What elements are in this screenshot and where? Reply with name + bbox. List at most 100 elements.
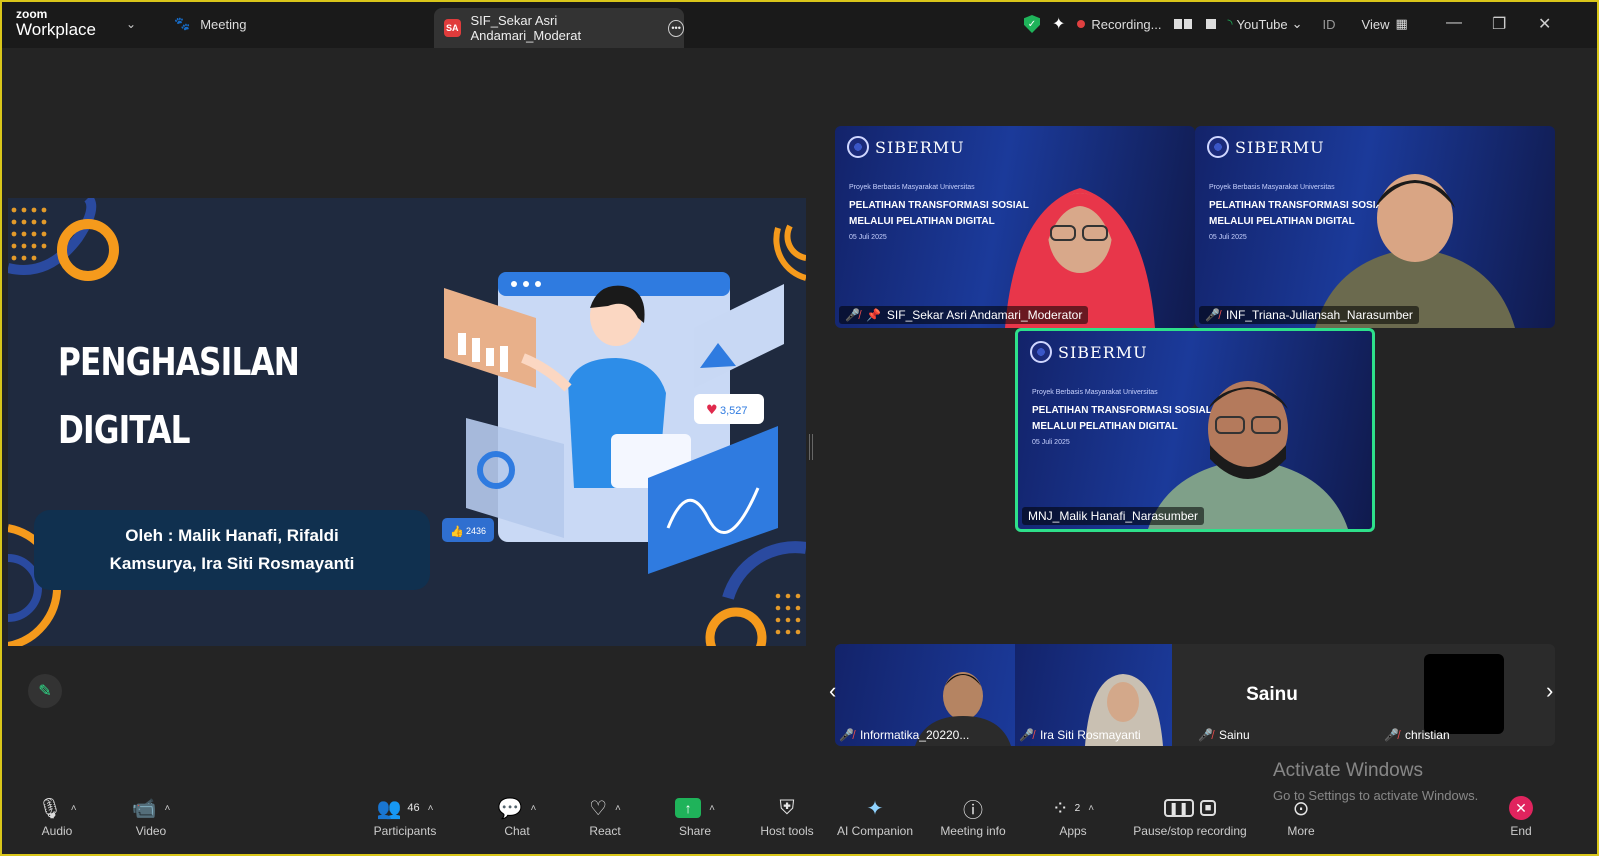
recording-indicator[interactable]: Recording...: [1077, 16, 1162, 32]
chevron-down-icon[interactable]: ⌄: [126, 17, 136, 31]
record-dot-icon: [1077, 20, 1086, 28]
meeting-id-label[interactable]: ID: [1323, 17, 1336, 32]
participant-name-tag: 🎤̸ Ira Siti Rosmayanti: [1019, 728, 1141, 742]
participant-display-name: Sainu: [1246, 684, 1298, 705]
banner-date: 05 Juli 2025: [1209, 234, 1247, 241]
active-tab-label: SIF_Sekar Asri Andamari_Moderat: [470, 13, 582, 43]
mic-muted-icon: 🎤̸: [839, 728, 854, 742]
end-button[interactable]: ✕ End: [1466, 794, 1576, 838]
shared-screen: ♥ 3,527 👍 2436 PENGHASILAN DIGITAL Oleh …: [8, 198, 806, 646]
svg-text:👍: 👍: [450, 525, 464, 538]
author-line1: Oleh : Malik Hanafi, Rifaldi: [125, 526, 339, 545]
video-tile-active-speaker[interactable]: SIBERMU Proyek Berbasis Masyarakat Unive…: [1015, 328, 1375, 532]
mic-muted-icon: 🎤̸: [1198, 728, 1213, 742]
ai-companion-button[interactable]: ✦ AI Companion: [820, 794, 930, 839]
mic-muted-icon: 🎙: [37, 797, 63, 820]
mic-muted-icon: 🎤̸: [1384, 728, 1399, 742]
recording-label: Recording...: [1091, 16, 1162, 32]
zoom-logo[interactable]: zoom Workplace: [16, 8, 96, 38]
video-off-placeholder: [1424, 654, 1504, 734]
participants-count: 46: [407, 802, 420, 814]
participants-button[interactable]: 👥 46 ˄ Participants: [350, 794, 460, 839]
split-resize-handle[interactable]: [809, 434, 813, 460]
brand-bottom: Workplace: [16, 20, 96, 39]
info-icon: ⓘ: [963, 799, 983, 822]
apps-button[interactable]: ⁘ 2 ˄ Apps: [1018, 794, 1128, 839]
title-right-controls: ✓ ✦ Recording... ◝ YouTube ⌄ ID View ▦: [1024, 14, 1408, 34]
like-count: 3,527: [720, 405, 748, 417]
chevron-right-icon[interactable]: ›: [1546, 678, 1553, 704]
meeting-info-button[interactable]: ⓘ Meeting info: [918, 794, 1028, 839]
video-button[interactable]: 📹 ˄ Video: [96, 794, 206, 839]
restore-icon[interactable]: ❐: [1492, 14, 1506, 34]
grid-icon: ▦: [1395, 16, 1408, 31]
participant-name-tag: 🎤̸ INF_Triana-Juliansah_Narasumber: [1199, 306, 1419, 324]
video-tile-moderator[interactable]: SIBERMU Proyek Berbasis Masyarakat Unive…: [835, 126, 1195, 328]
share-arrow-icon: ↑: [675, 798, 702, 818]
tab-meeting[interactable]: 🐾 Meeting: [174, 16, 246, 32]
chevron-up-icon: ˄: [427, 802, 434, 814]
mini-tile-sainu[interactable]: Sainu 🎤̸ Sainu: [1172, 644, 1372, 746]
digital-illustration: ♥ 3,527 👍 2436: [442, 272, 784, 574]
sparkle-icon[interactable]: ✦: [1052, 14, 1065, 34]
sibermu-logo: SIBERMU: [847, 136, 965, 158]
more-icon[interactable]: •••: [668, 19, 684, 37]
paw-icon: 🐾: [174, 16, 191, 31]
participant-name-tag: 🎤̸ Informatika_20220...: [839, 728, 970, 742]
mic-muted-icon: 🎤̸: [1205, 308, 1220, 322]
apps-icon: ⁘: [1051, 797, 1069, 820]
mini-tile-informatika[interactable]: 🎤̸ Informatika_20220...: [835, 644, 1015, 746]
chevron-up-icon: ˄: [164, 802, 171, 814]
pin-icon: 📌: [865, 308, 881, 322]
minimize-icon[interactable]: —: [1446, 14, 1462, 32]
more-icon: ⊙: [1292, 797, 1310, 820]
banner-date: 05 Juli 2025: [849, 234, 887, 241]
heart-icon: ♡: [589, 797, 608, 820]
title-bar: zoom Workplace ⌄ 🐾 Meeting SA SIF_Sekar …: [2, 2, 1597, 48]
svg-text:♥: ♥: [706, 403, 718, 418]
participant-name-tag: MNJ_Malik Hanafi_Narasumber: [1022, 507, 1205, 525]
shield-icon: ⛨: [779, 796, 795, 819]
project-label: Proyek Berbasis Masyarakat Universitas: [849, 184, 975, 191]
annotate-pencil-icon[interactable]: ✎: [28, 674, 62, 708]
participant-strip: 🎤̸ Informatika_20220... 🎤̸ Ira Siti Rosmay…: [835, 644, 1555, 746]
video-tile-narasumber-triana[interactable]: SIBERMU Proyek Berbasis Masyarakat Unive…: [1195, 126, 1555, 328]
close-icon[interactable]: ✕: [1538, 14, 1551, 34]
pause-stop-recording-button[interactable]: ❚❚ ■ Pause/stop recording: [1120, 794, 1260, 838]
view-button[interactable]: View ▦: [1362, 16, 1408, 32]
slide-title-line1: PENGHASILAN: [58, 340, 300, 384]
more-button[interactable]: ⊙ More: [1246, 794, 1356, 839]
chat-icon: 💬: [497, 797, 523, 820]
tab-meeting-label: Meeting: [200, 16, 247, 32]
avatar: SA: [444, 19, 461, 37]
pause-icon: ❚❚: [1163, 799, 1194, 817]
chevron-up-icon: ˄: [530, 802, 537, 814]
meeting-toolbar: 🎙 ˄ Audio 📹 ˄ Video 👥 46 ˄ Participants 💬 ˄ C…: [2, 784, 1597, 854]
tab-active-meeting[interactable]: SA SIF_Sekar Asri Andamari_Moderat •••: [434, 8, 684, 48]
seal-icon: [847, 136, 869, 158]
participant-name-tag: 🎤̸ christian: [1384, 728, 1450, 742]
stream-youtube[interactable]: ◝ YouTube ⌄: [1228, 16, 1303, 32]
apps-count: 2: [1074, 802, 1081, 814]
author-line2: Kamsurya, Ira Siti Rosmayanti: [109, 554, 355, 573]
seal-icon: [1030, 341, 1052, 363]
mini-tile-ira[interactable]: 🎤̸ Ira Siti Rosmayanti: [1015, 644, 1172, 746]
close-icon: ✕: [1509, 796, 1533, 820]
chevron-up-icon: ˄: [70, 802, 77, 814]
participant-name-tag: 🎤̸ 📌 SIF_Sekar Asri Andamari_Moderator: [839, 306, 1089, 324]
stop-recording-button[interactable]: [1205, 19, 1216, 29]
participants-icon: 👥: [376, 797, 402, 820]
broadcast-icon: ◝: [1227, 16, 1233, 31]
dot-grid-decoration: [11, 207, 47, 261]
chevron-left-icon[interactable]: ‹: [829, 678, 836, 704]
mini-tile-christian[interactable]: 🎤̸ christian: [1372, 644, 1555, 746]
participant-video: [1005, 188, 1155, 328]
sparkle-icon: ✦: [866, 797, 884, 820]
mic-muted-icon: 🎤̸: [1019, 728, 1034, 742]
mic-muted-icon: 🎤̸: [845, 308, 860, 322]
shield-icon[interactable]: ✓: [1024, 15, 1040, 33]
slide-title: PENGHASILAN DIGITAL: [58, 328, 300, 464]
author-box: Oleh : Malik Hanafi, Rifaldi Kamsurya, I…: [34, 510, 430, 590]
pause-recording-button[interactable]: [1173, 19, 1194, 29]
participant-video: [1315, 174, 1515, 328]
